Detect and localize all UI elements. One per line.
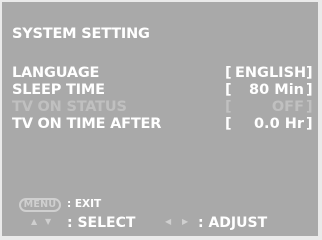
- menu-item-language[interactable]: LANGUAGE [ ENGLISH ]: [2, 65, 318, 81]
- bracket-open: [: [225, 65, 232, 81]
- menu-item-value: ENGLISH: [235, 65, 307, 81]
- menu-item-label: TV ON STATUS: [12, 99, 127, 115]
- menu-item-tv-on-status: TV ON STATUS [ OFF ]: [2, 99, 318, 115]
- adjust-hint: : ADJUST: [198, 215, 268, 231]
- bracket-close: ]: [306, 99, 313, 115]
- menu-title: SYSTEM SETTING: [12, 26, 150, 42]
- menu-item-label: TV ON TIME AFTER: [12, 116, 162, 132]
- exit-hint: : EXIT: [67, 198, 102, 210]
- menu-item-label: SLEEP TIME: [12, 82, 105, 98]
- bracket-open: [: [225, 99, 232, 115]
- menu-item-sleep-time[interactable]: SLEEP TIME [ 80 Min ]: [2, 82, 318, 98]
- left-arrow-icon: ◀: [165, 217, 172, 226]
- menu-item-value: OFF: [271, 99, 304, 115]
- menu-key-icon: MENU: [19, 198, 61, 212]
- menu-item-value: 0.0 Hr: [253, 116, 304, 132]
- bracket-close: ]: [306, 65, 313, 81]
- bracket-open: [: [225, 116, 232, 132]
- menu-item-value: 80 Min: [249, 82, 304, 98]
- menu-item-label: LANGUAGE: [12, 65, 100, 81]
- select-hint: : SELECT: [67, 215, 136, 231]
- bracket-close: ]: [306, 82, 313, 98]
- osd-screen: SYSTEM SETTING LANGUAGE [ ENGLISH ] SLEE…: [2, 2, 318, 236]
- bracket-close: ]: [306, 116, 313, 132]
- down-arrow-icon: ▼: [45, 217, 52, 226]
- bracket-open: [: [225, 82, 232, 98]
- menu-item-tv-on-time-after[interactable]: TV ON TIME AFTER [ 0.0 Hr ]: [2, 116, 318, 132]
- right-arrow-icon: ▶: [182, 217, 189, 226]
- up-arrow-icon: ▲: [31, 217, 38, 226]
